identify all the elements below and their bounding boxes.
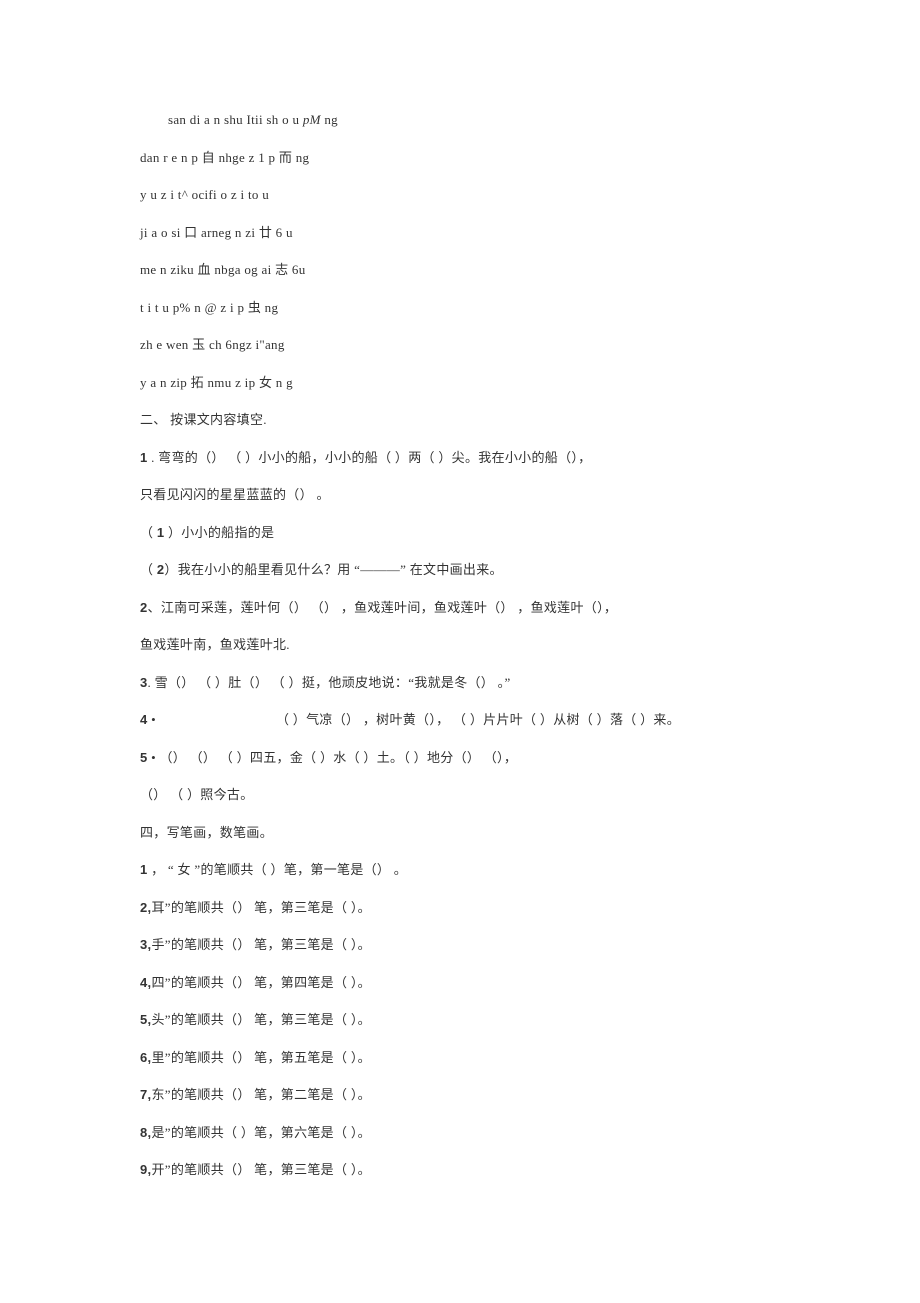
text-line-7: y a n zip 拓 nmu z ip 女 n g (140, 373, 780, 393)
document-page: san di a n shu Itii sh o u pM ng dan r e … (0, 0, 920, 1258)
text-line-2: y u z i t^ ocifi o z i to u (140, 185, 780, 205)
text-line-8: 二、 按课文内容填空. (140, 410, 780, 430)
text-line-15: 3. 雪（） （ ）肚（） （ ）挺，他顽皮地说：“我就是冬（） 。” (140, 673, 780, 693)
text-line-28: 9,开”的笔顺共（） 笔，第三笔是（ ）。 (140, 1160, 780, 1180)
text-line-9: 1 . 弯弯的（） （ ）小小的船，小小的船（ ）两（ ）尖。我在小小的船（）， (140, 448, 780, 468)
text-line-20: 1 ， “ 女 ”的笔顺共（ ）笔，第一笔是（） 。 (140, 860, 780, 880)
text-line-10: 只看见闪闪的星星蓝蓝的（） 。 (140, 485, 780, 505)
text-line-11: （ 1 ）小小的船指的是 (140, 523, 780, 543)
text-line-22: 3,手”的笔顺共（） 笔，第三笔是（ ）。 (140, 935, 780, 955)
text-line-21: 2,耳”的笔顺共（） 笔，第三笔是（ ）。 (140, 898, 780, 918)
text-line-17: 5 • （） （） （ ）四五，金（ ）水（ ）土。（ ）地分（） （）， (140, 748, 780, 768)
text-line-19: 四，写笔画，数笔画。 (140, 823, 780, 843)
text-line-1: dan r e n p 自 nhge z 1 p 而 ng (140, 148, 780, 168)
text-line-16: 4 •（ ）气凉（） ，树叶黄（）， （ ）片片叶（ ）从树（ ）落（ ）来。 (140, 710, 780, 730)
text-line-4: me n ziku 血 nbga og ai 志 6u (140, 260, 780, 280)
text-line-13: 2、江南可采莲，莲叶何（） （） ，鱼戏莲叶间，鱼戏莲叶（） ，鱼戏莲叶（）， (140, 598, 780, 618)
text-line-27: 8,是”的笔顺共（ ）笔，第六笔是（ ）。 (140, 1123, 780, 1143)
text-line-0: san di a n shu Itii sh o u pM ng (140, 110, 780, 130)
text-line-12: （ 2）我在小小的船里看见什么？用 “———” 在文中画出来。 (140, 560, 780, 580)
text-line-26: 7,东”的笔顺共（） 笔，第二笔是（ ）。 (140, 1085, 780, 1105)
text-line-14: 鱼戏莲叶南，鱼戏莲叶北. (140, 635, 780, 655)
text-line-24: 5,头”的笔顺共（） 笔，第三笔是（ ）。 (140, 1010, 780, 1030)
text-line-25: 6,里”的笔顺共（） 笔，第五笔是（ ）。 (140, 1048, 780, 1068)
text-line-18: （） （ ）照今古。 (140, 785, 780, 805)
text-line-5: t i t u p% n @ z i p 虫 ng (140, 298, 780, 318)
text-line-6: zh e wen 玉 ch 6ngz i"ang (140, 335, 780, 355)
text-line-3: ji a o si 口 arneg n zi 廿 6 u (140, 223, 780, 243)
text-line-23: 4,四”的笔顺共（） 笔，第四笔是（ ）。 (140, 973, 780, 993)
